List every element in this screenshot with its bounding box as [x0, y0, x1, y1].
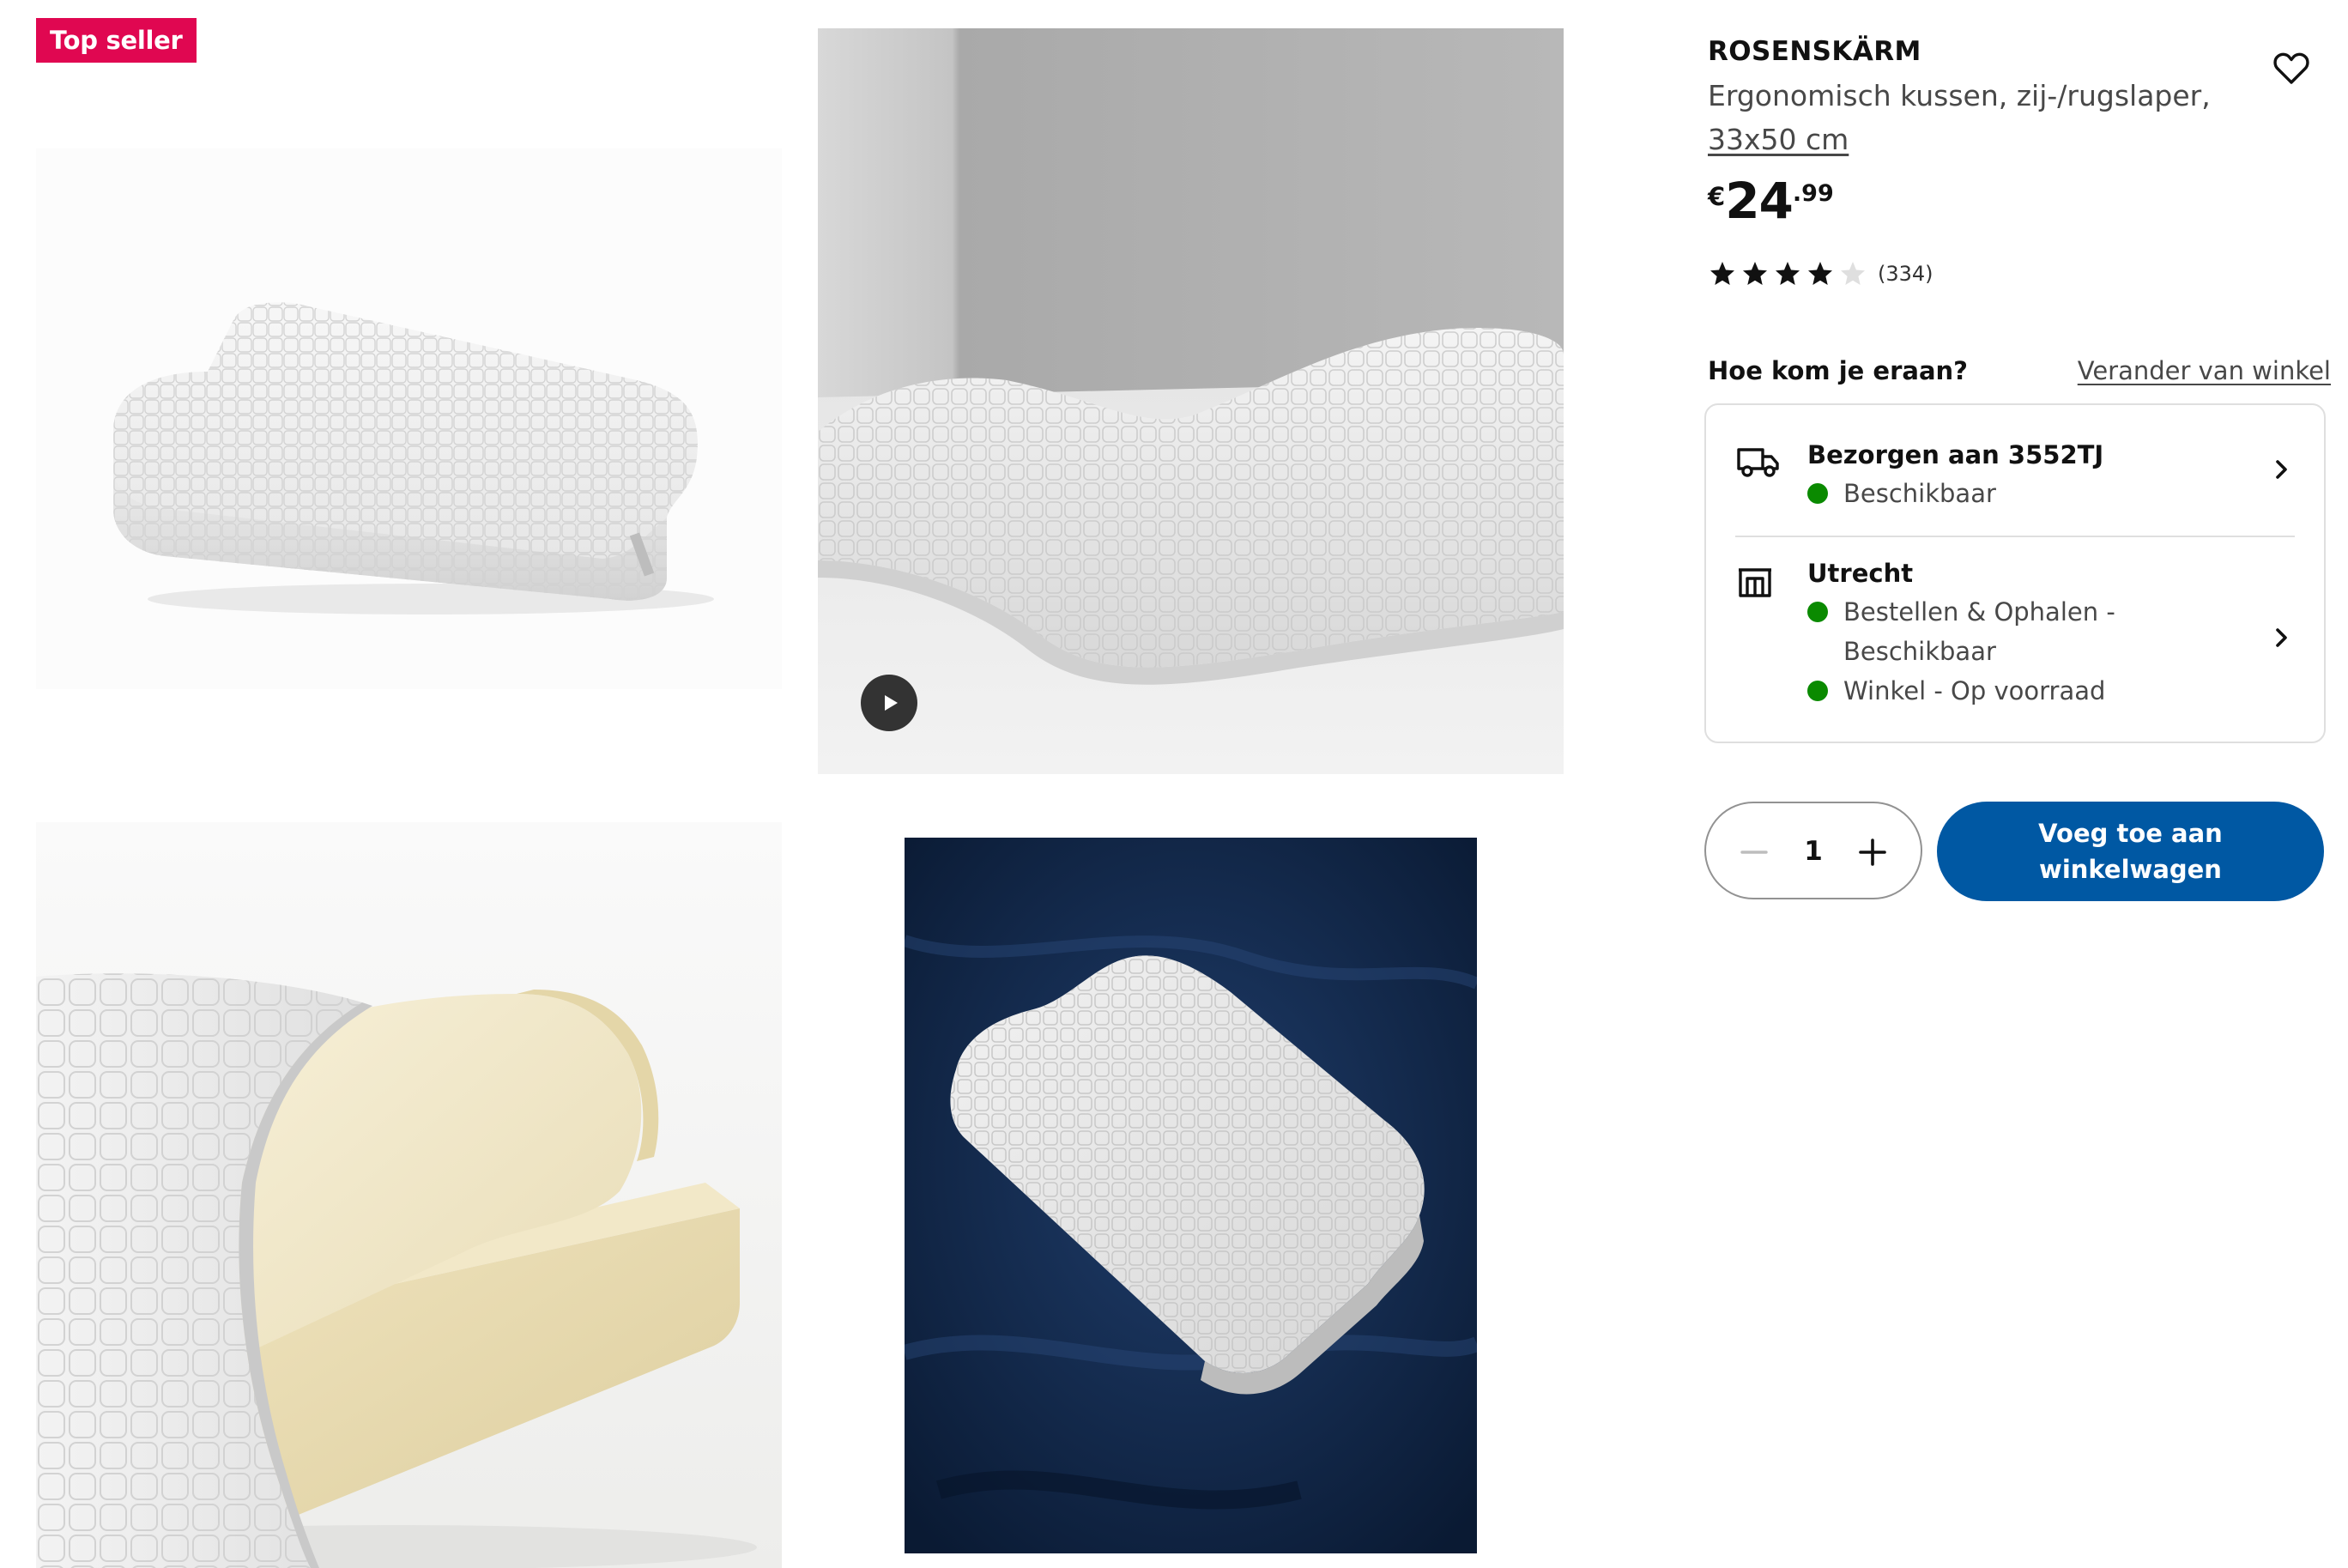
- store-title: Utrecht: [1807, 559, 1914, 588]
- click-collect-text: Bestellen & Ophalen -: [1843, 597, 2115, 627]
- product-description: Ergonomisch kussen, zij-/rugslaper,: [1708, 79, 2211, 112]
- store-icon: [1739, 568, 1771, 597]
- status-dot-icon: [1807, 602, 1828, 622]
- chevron-right-icon: [2276, 460, 2287, 479]
- price-decimal: .99: [1792, 180, 1834, 207]
- top-seller-badge: Top seller: [36, 18, 197, 63]
- pillow-foam-layers[interactable]: [36, 822, 782, 1568]
- play-video-button[interactable]: [861, 675, 917, 731]
- status-dot-icon: [1807, 483, 1828, 504]
- product-size-link[interactable]: 33x50 cm: [1708, 118, 2331, 161]
- availability-card: Bezorgen aan 3552TJ Beschikbaar Utrecht …: [1704, 403, 2326, 743]
- pillow-on-navy-sheets[interactable]: [905, 838, 1477, 1553]
- delivery-status-text: Beschikbaar: [1843, 479, 1996, 508]
- review-count: (334): [1878, 262, 1933, 286]
- product-info: ROSENSKÄRM Ergonomisch kussen, zij-/rugs…: [1708, 26, 2331, 161]
- product-name[interactable]: ROSENSKÄRM: [1708, 33, 2331, 70]
- product-price: €24.99: [1708, 166, 1834, 235]
- price-currency: €: [1708, 182, 1726, 211]
- stock-status-text: Winkel - Op voorraad: [1843, 676, 2106, 705]
- status-dot-icon: [1807, 681, 1828, 701]
- click-collect-status-text: Beschikbaar: [1843, 637, 1996, 666]
- add-to-cart-label: Voeg toe aan winkelwagen: [2038, 819, 2223, 884]
- delivery-title: Bezorgen aan 3552TJ: [1807, 440, 2104, 469]
- product-rating[interactable]: (334): [1708, 259, 1933, 288]
- price-integer: 24: [1725, 172, 1794, 230]
- play-icon: [885, 695, 898, 711]
- favorite-button[interactable]: [2267, 45, 2315, 93]
- rating-stars: [1708, 259, 1867, 288]
- star-empty-icon: [1841, 262, 1865, 285]
- delivery-heading: Hoe kom je eraan?: [1708, 356, 1968, 385]
- star-filled-icon: [1743, 262, 1767, 285]
- star-filled-icon: [1710, 262, 1734, 285]
- chevron-right-icon: [2276, 628, 2287, 647]
- increase-quantity-button[interactable]: [1847, 826, 1898, 878]
- add-to-cart-button[interactable]: Voeg toe aan winkelwagen: [1937, 802, 2324, 901]
- quantity-stepper: 1: [1704, 802, 1922, 899]
- change-store-link[interactable]: Verander van winkel: [2078, 352, 2331, 390]
- star-filled-icon: [1808, 262, 1832, 285]
- delivery-option[interactable]: Bezorgen aan 3552TJ Beschikbaar: [1706, 405, 2324, 536]
- pillow-product-photo[interactable]: [36, 28, 782, 774]
- pillow-on-bed-video[interactable]: [818, 28, 1564, 774]
- store-option[interactable]: Utrecht Bestellen & Ophalen - Beschikbaa…: [1706, 537, 2324, 743]
- heart-outline-icon: [2273, 52, 2309, 84]
- star-filled-icon: [1776, 262, 1800, 285]
- truck-icon: [1737, 448, 1779, 477]
